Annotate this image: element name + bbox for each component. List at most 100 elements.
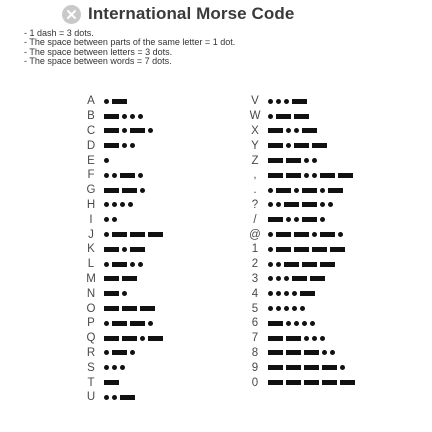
morse-dash bbox=[312, 143, 327, 149]
morse-dash bbox=[322, 365, 337, 371]
morse-row: R bbox=[84, 346, 166, 361]
morse-dot bbox=[320, 187, 325, 193]
morse-row: T bbox=[84, 375, 166, 390]
morse-dot bbox=[112, 365, 117, 371]
morse-character: ? bbox=[251, 198, 259, 211]
morse-dot bbox=[320, 202, 325, 208]
morse-code bbox=[104, 365, 128, 371]
morse-dash bbox=[320, 232, 335, 238]
morse-character: F bbox=[87, 169, 95, 182]
note-word-spacing: - The space between words = 7 dots. bbox=[24, 55, 172, 66]
morse-dot bbox=[268, 246, 273, 252]
morse-dash bbox=[330, 246, 345, 252]
morse-dot bbox=[276, 306, 281, 312]
morse-character: 9 bbox=[251, 361, 259, 374]
morse-dot bbox=[284, 276, 289, 282]
morse-row: 4 bbox=[248, 286, 358, 301]
morse-dot bbox=[268, 232, 273, 238]
morse-dash bbox=[268, 350, 283, 356]
morse-character: L bbox=[87, 258, 95, 271]
morse-dot bbox=[120, 202, 125, 208]
morse-character: W bbox=[249, 110, 261, 123]
morse-row: Z bbox=[248, 153, 358, 168]
morse-code bbox=[268, 320, 318, 326]
morse-dot bbox=[104, 202, 109, 208]
morse-row: @ bbox=[248, 227, 358, 242]
morse-character: , bbox=[253, 169, 257, 182]
morse-dash bbox=[268, 158, 283, 164]
morse-code bbox=[104, 291, 130, 297]
morse-dash bbox=[104, 113, 119, 119]
morse-dot bbox=[104, 261, 109, 267]
morse-dot bbox=[122, 291, 127, 297]
close-button[interactable] bbox=[62, 4, 81, 24]
morse-row: H bbox=[84, 198, 166, 213]
morse-row: 8 bbox=[248, 346, 358, 361]
morse-dash bbox=[122, 335, 137, 341]
morse-dot bbox=[122, 113, 127, 119]
morse-code bbox=[268, 232, 346, 238]
morse-dot bbox=[276, 276, 281, 282]
morse-dot bbox=[138, 172, 143, 178]
morse-dot bbox=[304, 335, 309, 341]
morse-dash bbox=[268, 335, 283, 341]
morse-code bbox=[268, 291, 318, 297]
morse-dot bbox=[122, 128, 127, 134]
morse-dash bbox=[122, 276, 137, 282]
morse-dash bbox=[112, 320, 127, 326]
morse-dot bbox=[112, 202, 117, 208]
morse-dash bbox=[284, 202, 299, 208]
morse-dot bbox=[268, 306, 273, 312]
morse-dash bbox=[104, 335, 119, 341]
morse-row: S bbox=[84, 360, 166, 375]
morse-code bbox=[268, 98, 310, 104]
morse-character: Q bbox=[86, 332, 96, 345]
morse-code bbox=[268, 158, 320, 164]
morse-row: D bbox=[84, 138, 166, 153]
morse-character: 1 bbox=[251, 243, 259, 256]
morse-dot bbox=[104, 158, 109, 164]
morse-dash bbox=[328, 187, 343, 193]
morse-dot bbox=[268, 276, 273, 282]
morse-dot bbox=[294, 128, 299, 134]
morse-code bbox=[104, 232, 166, 238]
morse-dot bbox=[286, 143, 291, 149]
morse-character: S bbox=[87, 361, 95, 374]
morse-dash bbox=[294, 246, 309, 252]
morse-dash bbox=[130, 232, 145, 238]
morse-character: 4 bbox=[251, 287, 259, 300]
notes: - 1 dash = 3 dots. - The space between p… bbox=[24, 28, 235, 66]
morse-row: A bbox=[84, 94, 166, 109]
morse-row: J bbox=[84, 227, 166, 242]
morse-character: V bbox=[251, 95, 259, 108]
morse-dash bbox=[302, 261, 317, 267]
morse-row: ? bbox=[248, 198, 358, 213]
morse-dot bbox=[140, 335, 145, 341]
morse-character: @ bbox=[249, 228, 261, 241]
morse-row: 6 bbox=[248, 316, 358, 331]
morse-row: V bbox=[248, 94, 358, 109]
morse-dash bbox=[112, 232, 127, 238]
morse-dot bbox=[276, 291, 281, 297]
morse-row: L bbox=[84, 257, 166, 272]
morse-code bbox=[268, 261, 338, 267]
morse-character: E bbox=[87, 154, 95, 167]
morse-dash bbox=[120, 394, 135, 400]
morse-dot bbox=[276, 98, 281, 104]
morse-dash bbox=[148, 335, 163, 341]
morse-dash bbox=[302, 217, 317, 223]
morse-row: X bbox=[248, 124, 358, 139]
morse-character: 7 bbox=[251, 332, 259, 345]
morse-dot bbox=[104, 98, 109, 104]
morse-row: 9 bbox=[248, 360, 358, 375]
page-title: International Morse Code bbox=[88, 4, 295, 23]
morse-dot bbox=[286, 320, 291, 326]
morse-row: N bbox=[84, 286, 166, 301]
morse-dot bbox=[148, 128, 153, 134]
morse-character: I bbox=[89, 213, 93, 226]
morse-row: 3 bbox=[248, 272, 358, 287]
morse-dash bbox=[294, 113, 309, 119]
morse-dot bbox=[276, 261, 281, 267]
morse-dot bbox=[304, 158, 309, 164]
morse-dot bbox=[276, 202, 281, 208]
